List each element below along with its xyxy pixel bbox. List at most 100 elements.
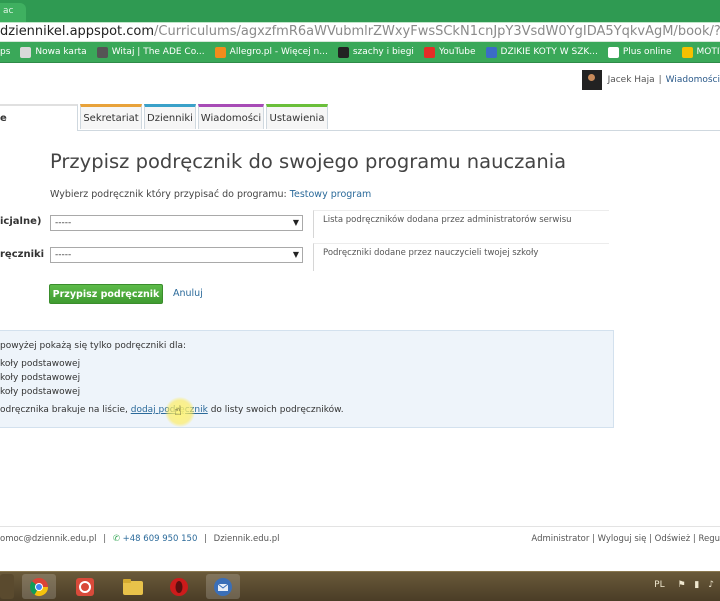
footer-separator: |	[103, 534, 107, 544]
program-link[interactable]: Testowy program	[290, 189, 371, 200]
main-nav: e Sekretariat Dzienniki Wiadomości Ustaw…	[0, 104, 720, 131]
tab-dzienniki-label: Dzienniki	[147, 112, 193, 124]
folder-icon[interactable]	[116, 574, 150, 599]
bookmark-item[interactable]: Plus online	[607, 46, 672, 58]
system-tray: PL ⚑ ▮ ♪	[654, 580, 714, 590]
bookmark-item[interactable]: szachy i biegi	[337, 46, 414, 58]
tab-home-label: e	[0, 113, 7, 124]
subtitle-text: Wybierz podręcznik który przypisać do pr…	[50, 189, 287, 200]
bookmark-label: Allegro.pl - Więcej n...	[229, 47, 328, 57]
user-name[interactable]: Jacek Haja	[608, 75, 655, 85]
tab-sekretariat-label: Sekretariat	[83, 112, 139, 124]
tab-ustawienia-label: Ustawienia	[269, 112, 325, 124]
avatar[interactable]	[581, 70, 602, 90]
bookmark-favicon-icon	[681, 46, 693, 58]
bookmark-favicon-icon	[337, 46, 349, 58]
tab-wiadomosci-label: Wiadomości	[200, 112, 262, 124]
messages-link[interactable]: Wiadomości	[666, 75, 720, 85]
info-text: powyżej pokażą się tylko podręczniki dla…	[0, 341, 186, 351]
bookmark-label: Nowa karta	[35, 47, 87, 57]
bookmark-label: YouTube	[438, 47, 476, 57]
tray-network-icon: ▮	[694, 580, 700, 590]
bookmark-favicon-icon	[607, 46, 619, 58]
info-list-item: koły podstawowej	[0, 359, 81, 369]
school-books-select[interactable]: ----- ▼	[50, 247, 303, 263]
presentation-app-icon[interactable]	[68, 574, 102, 599]
start-button[interactable]	[0, 574, 14, 599]
page-title: Przypisz podręcznik do swojego programu …	[50, 150, 567, 173]
footer-link[interactable]: Wyloguj się	[598, 534, 647, 544]
info-missing-prefix: odręcznika brakuje na liście,	[0, 405, 128, 415]
url-host: dziennikel.appspot.com	[0, 24, 155, 39]
thunderbird-icon[interactable]	[206, 574, 240, 599]
info-list-item: koły podstawowej	[0, 387, 81, 397]
bookmark-label: Witaj | The ADE Co...	[111, 47, 205, 57]
browser-tab-active[interactable]: ac	[0, 3, 26, 22]
info-box: powyżej pokażą się tylko podręczniki dla…	[0, 330, 614, 428]
tab-sekretariat[interactable]: Sekretariat	[80, 104, 142, 129]
chevron-down-icon: ▼	[292, 218, 299, 227]
bookmark-item[interactable]: YouTube	[423, 46, 476, 58]
bookmark-label: ps	[0, 47, 11, 57]
assign-book-button[interactable]: Przypisz podręcznik	[49, 284, 163, 304]
footer-phone: +48 609 950 150	[122, 534, 198, 544]
bookmark-favicon-icon	[423, 46, 435, 58]
bookmark-item[interactable]: Allegro.pl - Więcej n...	[214, 46, 328, 58]
official-books-select[interactable]: ----- ▼	[50, 215, 303, 231]
footer-contact: omoc@dziennik.edu.pl | ✆ +48 609 950 150…	[0, 534, 280, 544]
bookmark-favicon-icon	[96, 46, 108, 58]
official-books-select-value: -----	[55, 218, 72, 228]
url-path: /Curriculums/agxzfmR6aWVubmlrZWxyFwsSCkN…	[154, 24, 720, 39]
info-list-item: koły podstawowej	[0, 373, 81, 383]
bookmark-item[interactable]: DZIKIE KOTY W SZK...	[485, 46, 598, 58]
tab-wiadomosci[interactable]: Wiadomości	[198, 104, 264, 129]
language-indicator[interactable]: PL	[654, 580, 664, 590]
bookmark-favicon-icon	[20, 46, 32, 58]
footer-separator: |	[204, 534, 207, 544]
field-hint-school: Podręczniki dodane przez nauczycieli two…	[313, 243, 609, 271]
field-label-school: ręczniki	[0, 249, 45, 260]
phone-icon: ✆	[112, 534, 120, 544]
bookmark-item[interactable]: Witaj | The ADE Co...	[96, 46, 205, 58]
cancel-link[interactable]: Anuluj	[173, 288, 203, 299]
tray-volume-icon: ♪	[708, 580, 714, 590]
browser-tab-strip: ac	[0, 0, 720, 22]
chrome-icon[interactable]	[22, 574, 56, 599]
user-separator: |	[658, 75, 662, 85]
bookmark-item[interactable]: ps	[0, 47, 10, 57]
bookmark-item[interactable]: MOTIVATO.pl	[681, 46, 720, 58]
address-bar[interactable]: dziennikel.appspot.com/Curriculums/agxzf…	[0, 22, 720, 42]
bookmark-label: DZIKIE KOTY W SZK...	[500, 47, 598, 57]
footer-site-link[interactable]: Dziennik.edu.pl	[214, 534, 280, 544]
field-hint-official: Lista podręczników dodana przez administ…	[313, 210, 609, 238]
bookmark-label: MOTIVATO.pl	[696, 47, 720, 57]
footer-link[interactable]: Odśwież	[655, 534, 691, 544]
bookmark-item[interactable]: Nowa karta	[20, 46, 87, 58]
footer-separator: |	[589, 534, 598, 544]
footer-separator: |	[646, 534, 655, 544]
tab-home[interactable]: e	[0, 104, 78, 131]
footer-email-link[interactable]: omoc@dziennik.edu.pl	[0, 534, 97, 544]
school-books-select-value: -----	[55, 250, 72, 260]
page-subtitle: Wybierz podręcznik który przypisać do pr…	[50, 189, 371, 200]
footer-link[interactable]: Administrator	[531, 534, 589, 544]
bookmark-favicon-icon	[485, 46, 497, 58]
tab-ustawienia[interactable]: Ustawienia	[266, 104, 328, 129]
os-taskbar: PL ⚑ ▮ ♪	[0, 571, 720, 601]
bookmarks-bar: ps Nowa karta Witaj | The ADE Co... Allegro…	[0, 42, 720, 63]
bookmark-label: Plus online	[622, 47, 672, 57]
footer-link[interactable]: Regu	[698, 534, 720, 544]
chevron-down-icon: ▼	[292, 250, 299, 259]
field-label-official: icjalne)	[0, 216, 42, 227]
user-info: Jacek Haja | Wiadomości	[581, 70, 720, 90]
bookmark-favicon-icon	[214, 46, 226, 58]
tab-dzienniki[interactable]: Dzienniki	[144, 104, 196, 129]
opera-icon[interactable]	[162, 574, 196, 599]
footer-links: Administrator | Wyloguj się | Odśwież | …	[531, 534, 720, 544]
bookmark-label: szachy i biegi	[352, 47, 414, 57]
info-missing-suffix: do listy swoich podręczników.	[210, 405, 344, 415]
browser-tab-label: ac	[3, 6, 14, 16]
page-footer: omoc@dziennik.edu.pl | ✆ +48 609 950 150…	[0, 526, 720, 551]
hand-cursor-icon: ☝	[174, 404, 182, 419]
tray-flag-icon: ⚑	[677, 580, 686, 590]
